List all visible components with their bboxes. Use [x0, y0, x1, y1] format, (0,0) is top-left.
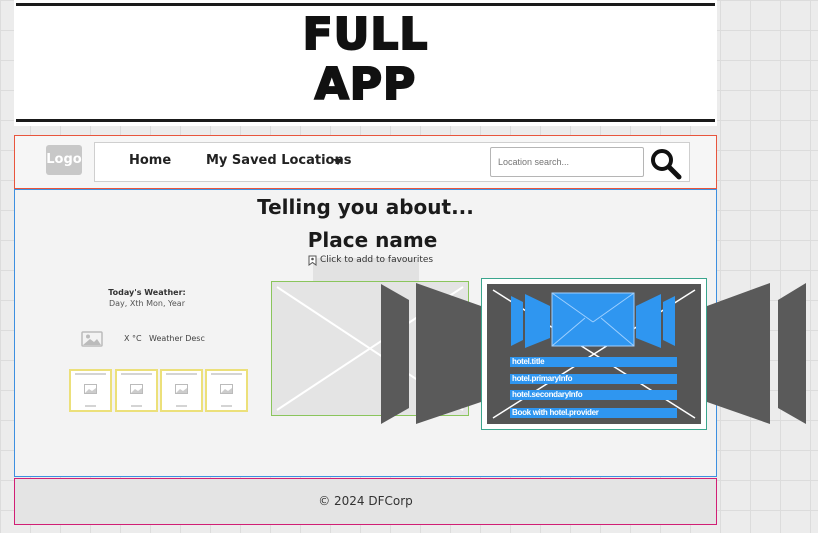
image-icon: [175, 384, 188, 394]
forecast-temp: [221, 405, 232, 407]
logo[interactable]: Logo: [46, 145, 82, 175]
add-favourite-link[interactable]: Click to add to favourites: [308, 254, 433, 266]
title-bottom-rule: [16, 119, 715, 122]
forecast-label: [166, 373, 197, 375]
forecast-card[interactable]: [69, 369, 112, 412]
app-title: FULL APP: [14, 9, 717, 111]
page-heading: Telling you about...: [257, 195, 474, 219]
weather-description: Weather Desc: [149, 334, 205, 343]
chevron-down-icon[interactable]: [333, 159, 343, 165]
title-line-1: FULL: [302, 9, 429, 61]
search-icon[interactable]: [648, 146, 682, 180]
nav-saved-locations-link[interactable]: My Saved Locations: [206, 153, 351, 168]
image-icon: [84, 384, 97, 394]
title-top-rule: [16, 3, 715, 6]
weather-image-icon: [81, 331, 103, 347]
forecast-card[interactable]: [160, 369, 203, 412]
hotel-image-placeholder: [492, 289, 696, 419]
weather-title: Today's Weather:: [108, 288, 186, 297]
title-block: FULL APP: [14, 0, 717, 126]
forecast-label: [121, 373, 152, 375]
nav-home-link[interactable]: Home: [129, 153, 171, 168]
hotel-secondary-info: hotel.secondaryInfo: [510, 390, 677, 400]
hotel-book-button[interactable]: Book with hotel.provider: [510, 408, 677, 418]
title-line-2: APP: [314, 59, 417, 111]
placeholder-image: [276, 286, 464, 411]
footer-copyright: © 2024 DFCorp: [318, 494, 413, 508]
hotel-card-body: [487, 284, 701, 424]
image-icon: [130, 384, 143, 394]
forecast-label: [75, 373, 106, 375]
add-favourite-label: Click to add to favourites: [320, 255, 434, 265]
bookmark-icon: [308, 255, 317, 266]
hotel-title: hotel.title: [510, 357, 677, 367]
hotel-primary-info: hotel.primaryInfo: [510, 374, 677, 384]
forecast-card[interactable]: [115, 369, 158, 412]
forecast-label: [211, 373, 242, 375]
weather-temperature: X °C: [124, 334, 142, 343]
image-icon: [220, 384, 233, 394]
carousel-next-small-icon: [778, 283, 806, 424]
forecast-temp: [85, 405, 96, 407]
weather-date: Day, Xth Mon, Year: [108, 299, 185, 308]
forecast-temp: [131, 405, 142, 407]
forecast-card[interactable]: [205, 369, 248, 412]
placeholder-card: [271, 281, 469, 416]
search-input[interactable]: [490, 147, 644, 177]
place-name: Place name: [307, 228, 438, 252]
forecast-temp: [176, 405, 187, 407]
